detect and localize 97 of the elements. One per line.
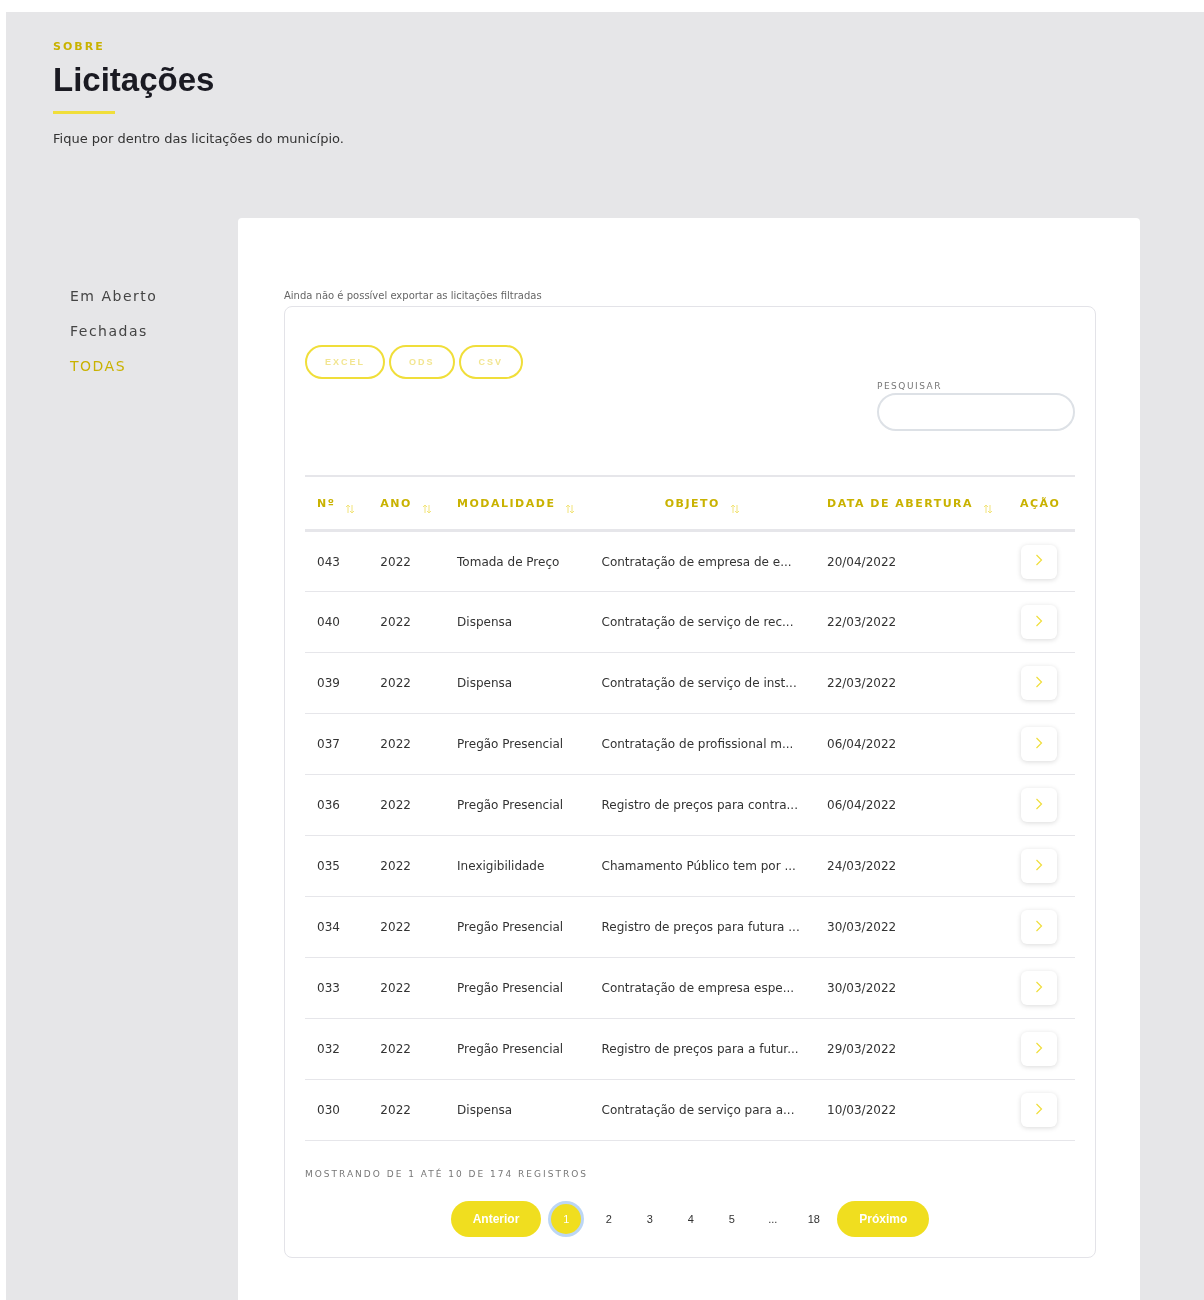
- table-cell: 034: [305, 896, 369, 958]
- table-cell: Contratação de serviço de inst...: [589, 652, 816, 714]
- page-title: Licitações: [53, 61, 216, 99]
- records-summary: MOSTRANDO DE 1 ATÉ 10 DE 174 REGISTROS: [305, 1169, 589, 1179]
- sort-icon[interactable]: [421, 504, 432, 514]
- chevron-right-icon: [1035, 797, 1043, 810]
- table-cell: Pregão Presencial: [445, 957, 590, 1019]
- page-button[interactable]: 18: [796, 1201, 832, 1237]
- table-cell: 2022: [368, 896, 446, 958]
- open-button[interactable]: [1021, 727, 1057, 761]
- page-button[interactable]: 3: [632, 1201, 668, 1237]
- table-cell: 040: [305, 591, 369, 653]
- open-button[interactable]: [1021, 605, 1057, 639]
- column-header: OBJETO: [664, 496, 720, 510]
- table-cell: 22/03/2022: [815, 591, 1008, 653]
- table-cell: 2022: [368, 1018, 446, 1080]
- table-cell: 2022: [368, 835, 446, 897]
- table-cell: 032: [305, 1018, 369, 1080]
- table-cell: Dispensa: [445, 652, 590, 714]
- chevron-right-icon: [1035, 980, 1043, 993]
- search-field[interactable]: [877, 393, 1075, 431]
- table-cell: Pregão Presencial: [445, 1018, 590, 1080]
- sort-icon[interactable]: [729, 504, 740, 514]
- chevron-right-icon: [1035, 1041, 1043, 1054]
- table-cell: Tomada de Preço: [445, 530, 590, 592]
- table-cell: Contratação de serviço de rec...: [589, 591, 816, 653]
- table-cell: Contratação de serviço para a...: [589, 1079, 816, 1141]
- chevron-right-icon: [1035, 675, 1043, 688]
- table-cell: 2022: [368, 1079, 446, 1141]
- table-cell: 30/03/2022: [815, 896, 1008, 958]
- table-cell: 20/04/2022: [815, 530, 1008, 592]
- table-cell: 2022: [368, 957, 446, 1019]
- table-cell: 036: [305, 774, 369, 836]
- open-button[interactable]: [1021, 971, 1057, 1005]
- table-cell: 035: [305, 835, 369, 897]
- table-cell: 30/03/2022: [815, 957, 1008, 1019]
- table-cell: Dispensa: [445, 1079, 590, 1141]
- sort-icon[interactable]: [565, 504, 576, 514]
- column-header: DATA DE ABERTURA: [827, 496, 974, 510]
- table-cell: Pregão Presencial: [445, 896, 590, 958]
- open-button[interactable]: [1021, 910, 1057, 944]
- table-cell: 06/04/2022: [815, 713, 1008, 775]
- chevron-right-icon: [1035, 858, 1043, 871]
- table-cell: Chamamento Público tem por ...: [589, 835, 816, 897]
- open-button[interactable]: [1021, 544, 1057, 579]
- export-note: Ainda não é possível exportar as licitações filtradas: [284, 290, 543, 301]
- table-cell: 039: [305, 652, 369, 714]
- table-cell: Contratação de profissional m...: [589, 713, 816, 775]
- table-cell: Contratação de empresa de e...: [589, 530, 816, 592]
- page-button[interactable]: ...: [755, 1201, 791, 1237]
- open-button[interactable]: [1021, 788, 1057, 822]
- table-cell: 2022: [368, 713, 446, 775]
- table-cell: 10/03/2022: [815, 1079, 1008, 1141]
- table-cell: 2022: [368, 591, 446, 653]
- table-cell: 2022: [368, 652, 446, 714]
- table-cell: 22/03/2022: [815, 652, 1008, 714]
- title-underline: [53, 111, 115, 114]
- table-cell: 033: [305, 957, 369, 1019]
- table-cell: 030: [305, 1079, 369, 1141]
- table-cell: Registro de preços para contra...: [589, 774, 816, 836]
- column-header: ANO: [380, 496, 412, 510]
- table-cell: 24/03/2022: [815, 835, 1008, 897]
- open-button[interactable]: [1021, 666, 1057, 700]
- chevron-right-icon: [1035, 614, 1043, 627]
- table-cell: Pregão Presencial: [445, 713, 590, 775]
- open-button[interactable]: [1021, 849, 1057, 883]
- table-cell: Registro de preços para futura ...: [589, 896, 816, 958]
- table-cell: Pregão Presencial: [445, 774, 590, 836]
- table-cell: 043: [305, 530, 369, 592]
- table-cell: Dispensa: [445, 591, 590, 653]
- chevron-right-icon: [1035, 554, 1043, 566]
- table-cell: 2022: [368, 530, 446, 592]
- eyebrow-label: SOBRE: [53, 40, 106, 53]
- page-button[interactable]: 4: [673, 1201, 709, 1237]
- column-header: MODALIDADE: [457, 496, 556, 510]
- table-cell: 06/04/2022: [815, 774, 1008, 836]
- open-button[interactable]: [1021, 1093, 1057, 1127]
- open-button[interactable]: [1021, 1032, 1057, 1066]
- table-cell: Inexigibilidade: [445, 835, 590, 897]
- chevron-right-icon: [1035, 919, 1043, 932]
- table-cell: 037: [305, 713, 369, 775]
- page-subtitle: Fique por dentro das licitações do município.: [53, 131, 345, 146]
- page-button[interactable]: 2: [591, 1201, 627, 1237]
- page-button[interactable]: 5: [714, 1201, 750, 1237]
- table-cell: Contratação de empresa espe...: [589, 957, 816, 1019]
- table-cell: 29/03/2022: [815, 1018, 1008, 1080]
- column-header: Nº: [317, 496, 336, 510]
- table-cell: Registro de preços para a futur...: [589, 1018, 816, 1080]
- sidebar-item[interactable]: Fechadas: [70, 323, 238, 339]
- column-header: AÇÃO: [1019, 496, 1061, 510]
- chevron-right-icon: [1035, 1102, 1043, 1115]
- sort-icon[interactable]: [345, 504, 356, 514]
- chevron-right-icon: [1035, 736, 1043, 749]
- sort-icon[interactable]: [983, 504, 994, 514]
- sidebar-item[interactable]: Em Aberto: [70, 288, 238, 304]
- search-label: PESQUISAR: [877, 381, 943, 391]
- table-cell: 2022: [368, 774, 446, 836]
